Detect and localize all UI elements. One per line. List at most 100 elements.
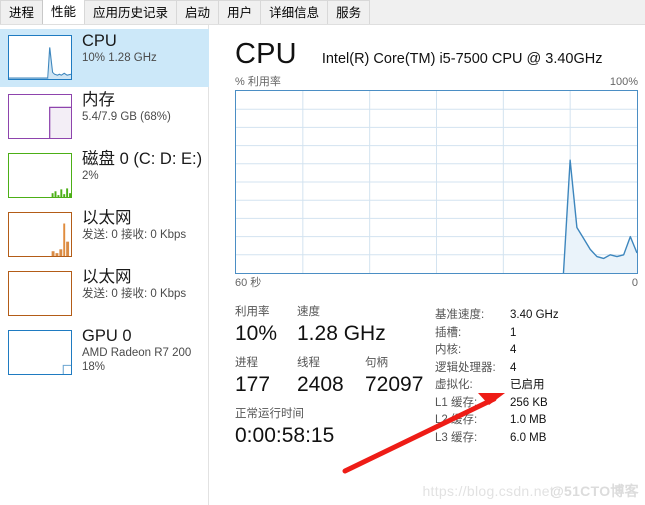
- sidebar-item-disk[interactable]: 磁盘 0 (C: D: E:) 2%: [0, 147, 209, 205]
- spec-value: 4: [510, 361, 517, 374]
- stats-row-1: 利用率 10% 速度 1.28 GHz: [235, 305, 425, 347]
- sidebar-item-title: 以太网: [82, 209, 132, 227]
- chart-top-axis: % 利用率 100%: [235, 74, 638, 90]
- gpu-mini-graph-icon: [8, 330, 72, 375]
- spec-value: 已启用: [510, 379, 545, 391]
- handles-stat: 句柄 72097: [365, 356, 423, 398]
- spec-l3-cache: L3 缓存: 6.0 MB: [435, 430, 640, 448]
- spec-key: L1 缓存:: [435, 396, 478, 409]
- disk-mini-graph-icon: [8, 153, 72, 198]
- watermark: https://blog.csdn.net @51CTO博客: [422, 481, 639, 501]
- sidebar-ethernet1-text: 以太网 发送: 0 接收: 0 Kbps: [82, 208, 186, 242]
- sidebar-item-memory[interactable]: 内存 5.4/7.9 GB (68%): [0, 88, 209, 146]
- tab-processes[interactable]: 进程: [0, 0, 44, 24]
- spec-key: 插槽:: [435, 326, 462, 339]
- spec-value: 6.0 MB: [510, 431, 547, 444]
- watermark-url: https://blog.csdn.net: [422, 483, 555, 499]
- spec-l2-cache: L2 缓存: 1.0 MB: [435, 412, 640, 430]
- tab-app-history[interactable]: 应用历史记录: [84, 0, 178, 24]
- resource-sidebar: CPU 10% 1.28 GHz 内存 5.4/7.9 GB (68%) 磁盘 …: [0, 25, 209, 505]
- spec-value: 256 KB: [510, 396, 548, 409]
- uptime-value: 0:00:58:15: [235, 424, 335, 447]
- utilization-label: 利用率: [235, 306, 270, 318]
- cpu-mini-graph-icon: [8, 35, 72, 80]
- memory-mini-graph-icon: [8, 94, 72, 139]
- x-axis-left-label: 60 秒: [235, 277, 262, 289]
- page-title: CPU: [235, 38, 297, 70]
- threads-label: 线程: [297, 357, 320, 369]
- sidebar-item-subtitle: 发送: 0 接收: 0 Kbps: [82, 288, 187, 300]
- sidebar-item-subtitle: 2%: [82, 170, 99, 182]
- sidebar-cpu-text: CPU 10% 1.28 GHz: [82, 31, 157, 65]
- utilization-value: 10%: [235, 322, 278, 345]
- spec-cores: 内核: 4: [435, 342, 640, 360]
- processes-label: 进程: [235, 357, 258, 369]
- uptime-stat: 正常运行时间 0:00:58:15: [235, 407, 334, 449]
- tab-performance[interactable]: 性能: [42, 0, 86, 24]
- spec-value: 1: [510, 326, 517, 339]
- sidebar-item-title: CPU: [82, 32, 117, 50]
- y-axis-label: % 利用率: [235, 76, 281, 88]
- sidebar-item-ethernet-2[interactable]: 以太网 发送: 0 接收: 0 Kbps: [0, 265, 209, 323]
- cpu-spec-list: 基准速度: 3.40 GHz 插槽: 1 内核: 4 逻辑处理器: 4 虚拟化:…: [435, 307, 640, 447]
- speed-value: 1.28 GHz: [297, 322, 386, 345]
- spec-l1-cache: L1 缓存: 256 KB: [435, 395, 640, 413]
- spec-key: 基准速度:: [435, 309, 485, 321]
- x-axis-right-label: 0: [631, 277, 638, 289]
- tab-startup[interactable]: 启动: [176, 0, 220, 24]
- cpu-utilization-chart: [235, 90, 638, 274]
- spec-key: 内核:: [435, 344, 462, 356]
- spec-sockets: 插槽: 1: [435, 325, 640, 343]
- sidebar-item-subtitle-2: 18%: [82, 361, 106, 373]
- sidebar-gpu-text: GPU 0 AMD Radeon R7 200 18%: [82, 326, 191, 374]
- threads-stat: 线程 2408: [297, 356, 365, 398]
- sidebar-item-title: 以太网: [82, 268, 132, 286]
- cpu-model-name: Intel(R) Core(TM) i5-7500 CPU @ 3.40GHz: [321, 51, 603, 67]
- sidebar-disk-text: 磁盘 0 (C: D: E:) 2%: [82, 149, 202, 183]
- threads-value: 2408: [297, 373, 344, 396]
- uptime-label: 正常运行时间: [235, 408, 304, 420]
- tab-users[interactable]: 用户: [218, 0, 262, 24]
- processes-value: 177: [235, 373, 271, 396]
- spec-key: L2 缓存:: [435, 414, 478, 426]
- panel-header: CPU Intel(R) Core(TM) i5-7500 CPU @ 3.40…: [235, 37, 637, 71]
- sidebar-item-subtitle: AMD Radeon R7 200: [82, 347, 192, 359]
- spec-value: 4: [510, 344, 517, 356]
- processes-stat: 进程 177: [235, 356, 297, 398]
- tab-services[interactable]: 服务: [327, 0, 371, 24]
- sidebar-item-gpu[interactable]: GPU 0 AMD Radeon R7 200 18%: [0, 324, 209, 396]
- cpu-detail-panel: CPU Intel(R) Core(TM) i5-7500 CPU @ 3.40…: [210, 25, 645, 505]
- sidebar-item-ethernet-1[interactable]: 以太网 发送: 0 接收: 0 Kbps: [0, 206, 209, 264]
- tab-bar: 进程 性能 应用历史记录 启动 用户 详细信息 服务: [0, 0, 645, 25]
- spec-key: 虚拟化:: [435, 379, 473, 391]
- sidebar-ethernet2-text: 以太网 发送: 0 接收: 0 Kbps: [82, 267, 186, 301]
- sidebar-item-subtitle: 5.4/7.9 GB (68%): [82, 111, 171, 123]
- sidebar-item-title: 磁盘 0 (C: D: E:): [82, 150, 203, 168]
- spec-logical-processors: 逻辑处理器: 4: [435, 360, 640, 378]
- handles-value: 72097: [365, 373, 424, 396]
- sidebar-item-cpu[interactable]: CPU 10% 1.28 GHz: [0, 29, 209, 87]
- spec-key: 逻辑处理器:: [435, 361, 496, 374]
- spec-virtualization: 虚拟化: 已启用: [435, 377, 640, 395]
- spec-base-speed: 基准速度: 3.40 GHz: [435, 307, 640, 325]
- ethernet-mini-graph-icon: [8, 271, 72, 316]
- spec-value: 3.40 GHz: [510, 309, 559, 321]
- sidebar-memory-text: 内存 5.4/7.9 GB (68%): [82, 90, 171, 124]
- chart-bottom-axis: 60 秒 0: [235, 275, 638, 291]
- handles-label: 句柄: [365, 357, 388, 369]
- watermark-site: @51CTO博客: [550, 483, 639, 499]
- stats-row-3: 正常运行时间 0:00:58:15: [235, 407, 425, 449]
- stats-row-2: 进程 177 线程 2408 句柄 72097: [235, 356, 425, 398]
- spec-value: 1.0 MB: [510, 414, 547, 426]
- ethernet-mini-graph-icon: [8, 212, 72, 257]
- cpu-chart-svg: [236, 91, 637, 273]
- sidebar-item-subtitle: 10% 1.28 GHz: [82, 52, 157, 64]
- tab-details[interactable]: 详细信息: [260, 0, 329, 24]
- sidebar-item-title: GPU 0: [82, 327, 132, 345]
- speed-stat: 速度 1.28 GHz: [297, 305, 386, 347]
- sidebar-item-subtitle: 发送: 0 接收: 0 Kbps: [82, 229, 187, 241]
- spec-key: L3 缓存:: [435, 431, 478, 444]
- cpu-stats: 利用率 10% 速度 1.28 GHz 进程 177 线程 2408 句柄 72…: [235, 305, 425, 449]
- sidebar-item-title: 内存: [82, 91, 115, 109]
- speed-label: 速度: [297, 306, 320, 318]
